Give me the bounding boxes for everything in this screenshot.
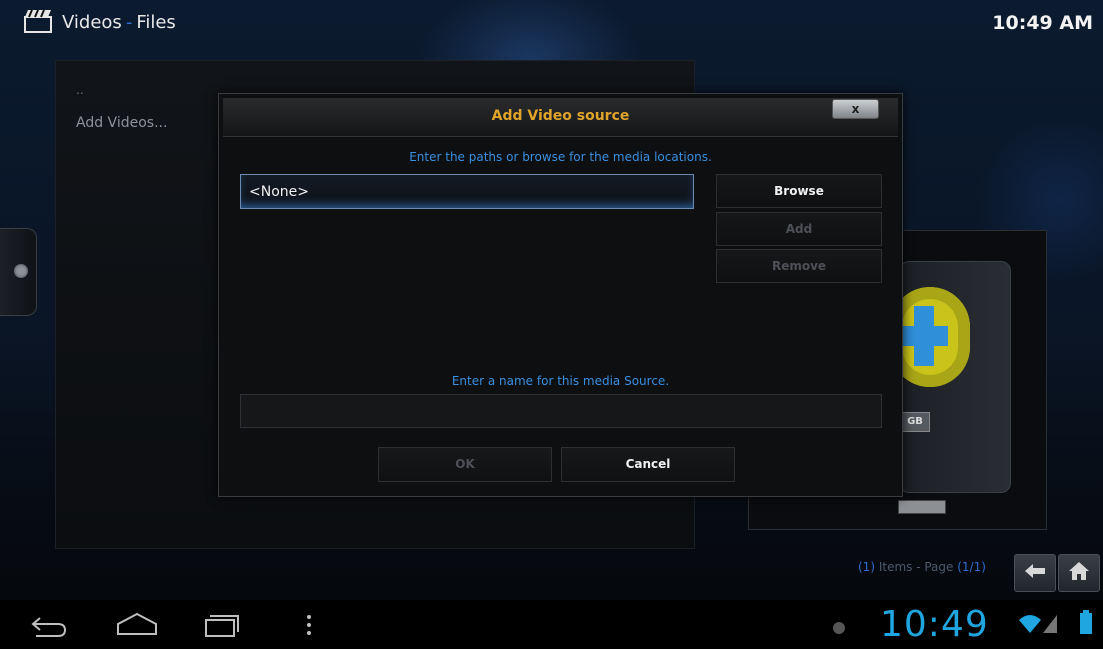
back-button[interactable] (1014, 554, 1056, 592)
dialog-title: Add Video source (491, 108, 630, 124)
hard-drive-icon: GB (890, 261, 1011, 514)
android-back-icon[interactable] (30, 616, 68, 642)
signal-icon (1042, 612, 1058, 638)
add-button[interactable]: Add (716, 212, 882, 246)
remove-button[interactable]: Remove (716, 249, 882, 283)
home-icon (1068, 561, 1090, 585)
source-name-input[interactable] (240, 394, 882, 428)
back-icon (1024, 563, 1046, 583)
android-home-icon[interactable] (116, 612, 158, 640)
path-list-item[interactable]: <None> (240, 174, 694, 209)
list-item-add-videos[interactable]: Add Videos... (76, 115, 167, 131)
clapperboard-icon (24, 9, 52, 33)
battery-icon (1080, 610, 1092, 638)
notification-icon[interactable] (832, 620, 846, 639)
path-value: <None> (249, 184, 309, 200)
android-menu-icon[interactable] (306, 614, 312, 640)
drive-slot (898, 500, 946, 514)
close-button[interactable]: x (832, 99, 879, 119)
handle-dot-icon (14, 264, 28, 278)
page-number: (1/1) (957, 560, 986, 574)
items-count: (1) (858, 560, 875, 574)
breadcrumb-section: Videos (62, 12, 122, 33)
page-info: (1) Items - Page (1/1) (858, 560, 986, 574)
name-hint: Enter a name for this media Source. (451, 374, 670, 388)
browse-button[interactable]: Browse (716, 174, 882, 208)
drive-label: GB (900, 412, 930, 432)
ok-button[interactable]: OK (378, 447, 552, 482)
cancel-button[interactable]: Cancel (561, 447, 735, 482)
header: Videos - Files 10:49 AM (0, 0, 1103, 46)
header-clock: 10:49 AM (992, 12, 1093, 34)
android-recents-icon[interactable] (204, 612, 240, 642)
breadcrumb-subsection: Files (136, 12, 176, 33)
add-video-source-dialog: Add Video source x Enter the paths or br… (218, 93, 903, 497)
paths-hint: Enter the paths or browse for the media … (409, 150, 712, 164)
wifi-icon (1018, 612, 1042, 638)
plus-horizontal (900, 326, 948, 346)
system-navigation-bar: 10:49 (0, 600, 1103, 649)
system-clock: 10:49 (880, 604, 989, 645)
close-icon: x (851, 102, 860, 116)
side-menu-handle[interactable] (0, 228, 37, 316)
home-button[interactable] (1058, 554, 1100, 592)
parent-folder-item[interactable]: .. (76, 83, 84, 97)
breadcrumb: Videos - Files (62, 12, 176, 33)
items-text: Items - Page (878, 560, 954, 574)
breadcrumb-separator: - (125, 12, 133, 33)
